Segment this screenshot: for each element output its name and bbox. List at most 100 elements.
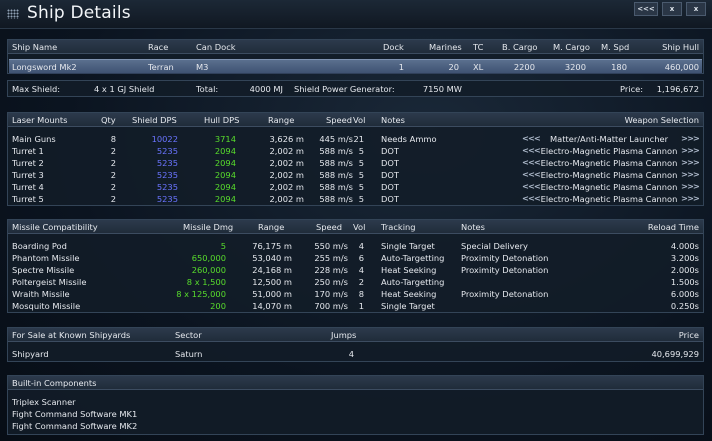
- laser-shield-dps: 5235: [156, 182, 178, 192]
- collapse-button[interactable]: <<<: [634, 2, 658, 16]
- ship-m-spd: 180: [611, 62, 627, 72]
- missile-row[interactable]: Spectre Missile 260,000 24,168 m 228 m/s 4 He…: [8, 264, 703, 276]
- weapon-selection-value[interactable]: Electro-Magnetic Plasma Cannon: [538, 170, 680, 180]
- total-value: 4000 MJ: [249, 84, 283, 94]
- laser-shield-dps: 5235: [156, 146, 178, 156]
- weapon-next-arrow-icon[interactable]: >>>: [681, 157, 700, 167]
- missile-vol: 4: [358, 265, 364, 275]
- laser-row[interactable]: Turret 2 2 5235 2094 2,002 m 588 m/s 5 DOT <<< El…: [8, 157, 703, 169]
- missile-notes: Proximity Detonation: [461, 289, 549, 299]
- laser-mount-name: Turret 4: [12, 182, 44, 192]
- close-button[interactable]: x: [686, 2, 706, 16]
- drag-grip-icon[interactable]: [7, 9, 19, 19]
- col-for-sale: For Sale at Known Shipyards: [12, 330, 131, 340]
- laser-notes: DOT: [381, 146, 399, 156]
- laser-vol: 5: [358, 182, 364, 192]
- laser-range: 2,002 m: [269, 170, 304, 180]
- missile-reload: 2.000s: [670, 265, 699, 275]
- laser-qty: 2: [110, 158, 116, 168]
- weapon-selection-value[interactable]: Electro-Magnetic Plasma Cannon: [538, 146, 680, 156]
- weapon-next-arrow-icon[interactable]: >>>: [681, 169, 700, 179]
- weapon-selection-value[interactable]: Electro-Magnetic Plasma Cannon: [538, 194, 680, 204]
- missile-row[interactable]: Mosquito Missile 200 14,070 m 700 m/s 1 Singl…: [8, 300, 703, 312]
- missile-dmg: 200: [210, 301, 226, 311]
- laser-row[interactable]: Turret 4 2 5235 2094 2,002 m 588 m/s 5 DOT <<< El…: [8, 181, 703, 193]
- laser-speed: 445 m/s: [319, 134, 353, 144]
- laser-vol: 5: [358, 170, 364, 180]
- laser-row[interactable]: Turret 3 2 5235 2094 2,002 m 588 m/s 5 DOT <<< El…: [8, 169, 703, 181]
- laser-speed: 588 m/s: [319, 182, 353, 192]
- weapon-next-arrow-icon[interactable]: >>>: [681, 193, 700, 203]
- weapon-next-arrow-icon[interactable]: >>>: [681, 133, 700, 143]
- max-shield-label: Max Shield:: [12, 84, 61, 94]
- shield-gen-label: Shield Power Generator:: [294, 84, 395, 94]
- missile-tracking: Single Target: [381, 241, 435, 251]
- col-m-range: Range: [258, 222, 285, 232]
- component-item: Fight Command Software MK2: [12, 421, 138, 431]
- col-missile-compat: Missile Compatibility: [12, 222, 98, 232]
- missile-speed: 228 m/s: [314, 265, 348, 275]
- laser-vol: 21: [353, 134, 364, 144]
- shield-gen-value: 7150 MW: [422, 84, 462, 94]
- laser-hull-dps: 2094: [214, 194, 236, 204]
- window-title: Ship Details: [27, 3, 131, 23]
- laser-mount-name: Turret 2: [12, 158, 44, 168]
- missile-row[interactable]: Wraith Missile 8 x 125,000 51,000 m 170 m/s…: [8, 288, 703, 300]
- laser-range: 2,002 m: [269, 194, 304, 204]
- laser-table-header: Laser Mounts Qty Shield DPS Hull DPS Ran…: [8, 113, 703, 127]
- col-range: Range: [268, 115, 295, 125]
- missile-dmg: 5: [220, 241, 226, 251]
- weapon-next-arrow-icon[interactable]: >>>: [681, 145, 700, 155]
- col-m-vol: Vol: [353, 222, 366, 232]
- missile-vol: 1: [358, 301, 364, 311]
- ship-b-cargo: 2200: [513, 62, 535, 72]
- laser-speed: 588 m/s: [319, 194, 353, 204]
- missile-tracking: Auto-Targetting: [381, 253, 445, 263]
- ship-can-dock: M3: [196, 62, 209, 72]
- missile-row[interactable]: Phantom Missile 650,000 53,040 m 255 m/s 6 Au…: [8, 252, 703, 264]
- laser-row[interactable]: Turret 5 2 5235 2094 2,002 m 588 m/s 5 DOT <<< El…: [8, 193, 703, 205]
- missile-speed: 700 m/s: [314, 301, 348, 311]
- missile-range: 14,070 m: [252, 301, 292, 311]
- title-bar: Ship Details <<< x x: [0, 0, 712, 29]
- col-reload: Reload Time: [647, 222, 699, 232]
- col-missile-dmg: Missile Dmg: [183, 222, 234, 232]
- laser-qty: 2: [110, 194, 116, 204]
- shipyard-price: 40,699,929: [651, 349, 699, 359]
- laser-qty: 2: [110, 170, 116, 180]
- shipyard-row[interactable]: Shipyard Saturn 4 40,699,929: [8, 348, 703, 360]
- col-weapon-selection: Weapon Selection: [624, 115, 699, 125]
- missile-reload: 0.250s: [670, 301, 699, 311]
- laser-row[interactable]: Turret 1 2 5235 2094 2,002 m 588 m/s 5 DOT <<< El…: [8, 145, 703, 157]
- laser-range: 3,626 m: [269, 134, 304, 144]
- missile-speed: 250 m/s: [314, 277, 348, 287]
- ship-race: Terran: [148, 62, 174, 72]
- missile-vol: 6: [358, 253, 364, 263]
- weapon-selection-value[interactable]: Electro-Magnetic Plasma Cannon: [538, 158, 680, 168]
- components-title: Built-in Components: [12, 378, 97, 388]
- col-hull-dps: Hull DPS: [204, 115, 240, 125]
- col-m-cargo: M. Cargo: [553, 42, 590, 52]
- missile-row[interactable]: Boarding Pod 5 76,175 m 550 m/s 4 Single Targ…: [8, 240, 703, 252]
- ship-marines: 20: [448, 62, 459, 72]
- weapon-next-arrow-icon[interactable]: >>>: [681, 181, 700, 191]
- laser-shield-dps: 5235: [156, 170, 178, 180]
- laser-mount-name: Turret 5: [12, 194, 44, 204]
- ship-m-cargo: 3200: [564, 62, 586, 72]
- laser-row[interactable]: Main Guns 8 10022 3714 3,626 m 445 m/s 21 Needs…: [8, 133, 703, 145]
- col-qty: Qty: [101, 115, 116, 125]
- ship-row-selected[interactable]: Longsword Mk2 Terran M3 1 20 XL 2200 320…: [9, 59, 702, 74]
- laser-notes: DOT: [381, 194, 399, 204]
- laser-qty: 8: [110, 134, 116, 144]
- missile-row[interactable]: Poltergeist Missile 8 x 1,500 12,500 m 250 …: [8, 276, 703, 288]
- laser-hull-dps: 2094: [214, 170, 236, 180]
- ship-summary-panel: Ship Name Race Can Dock Dock Marines TC …: [7, 39, 704, 74]
- components-panel: Built-in Components Triplex Scanner Figh…: [7, 375, 704, 435]
- minimize-button[interactable]: x: [662, 2, 682, 16]
- weapon-selection-value[interactable]: Electro-Magnetic Plasma Cannon: [538, 182, 680, 192]
- weapon-selection-value[interactable]: Matter/Anti-Matter Launcher: [538, 134, 680, 144]
- missile-reload: 3.200s: [670, 253, 699, 263]
- missile-dmg: 8 x 125,000: [176, 289, 226, 299]
- component-item: Triplex Scanner: [12, 397, 76, 407]
- missile-dmg: 260,000: [191, 265, 226, 275]
